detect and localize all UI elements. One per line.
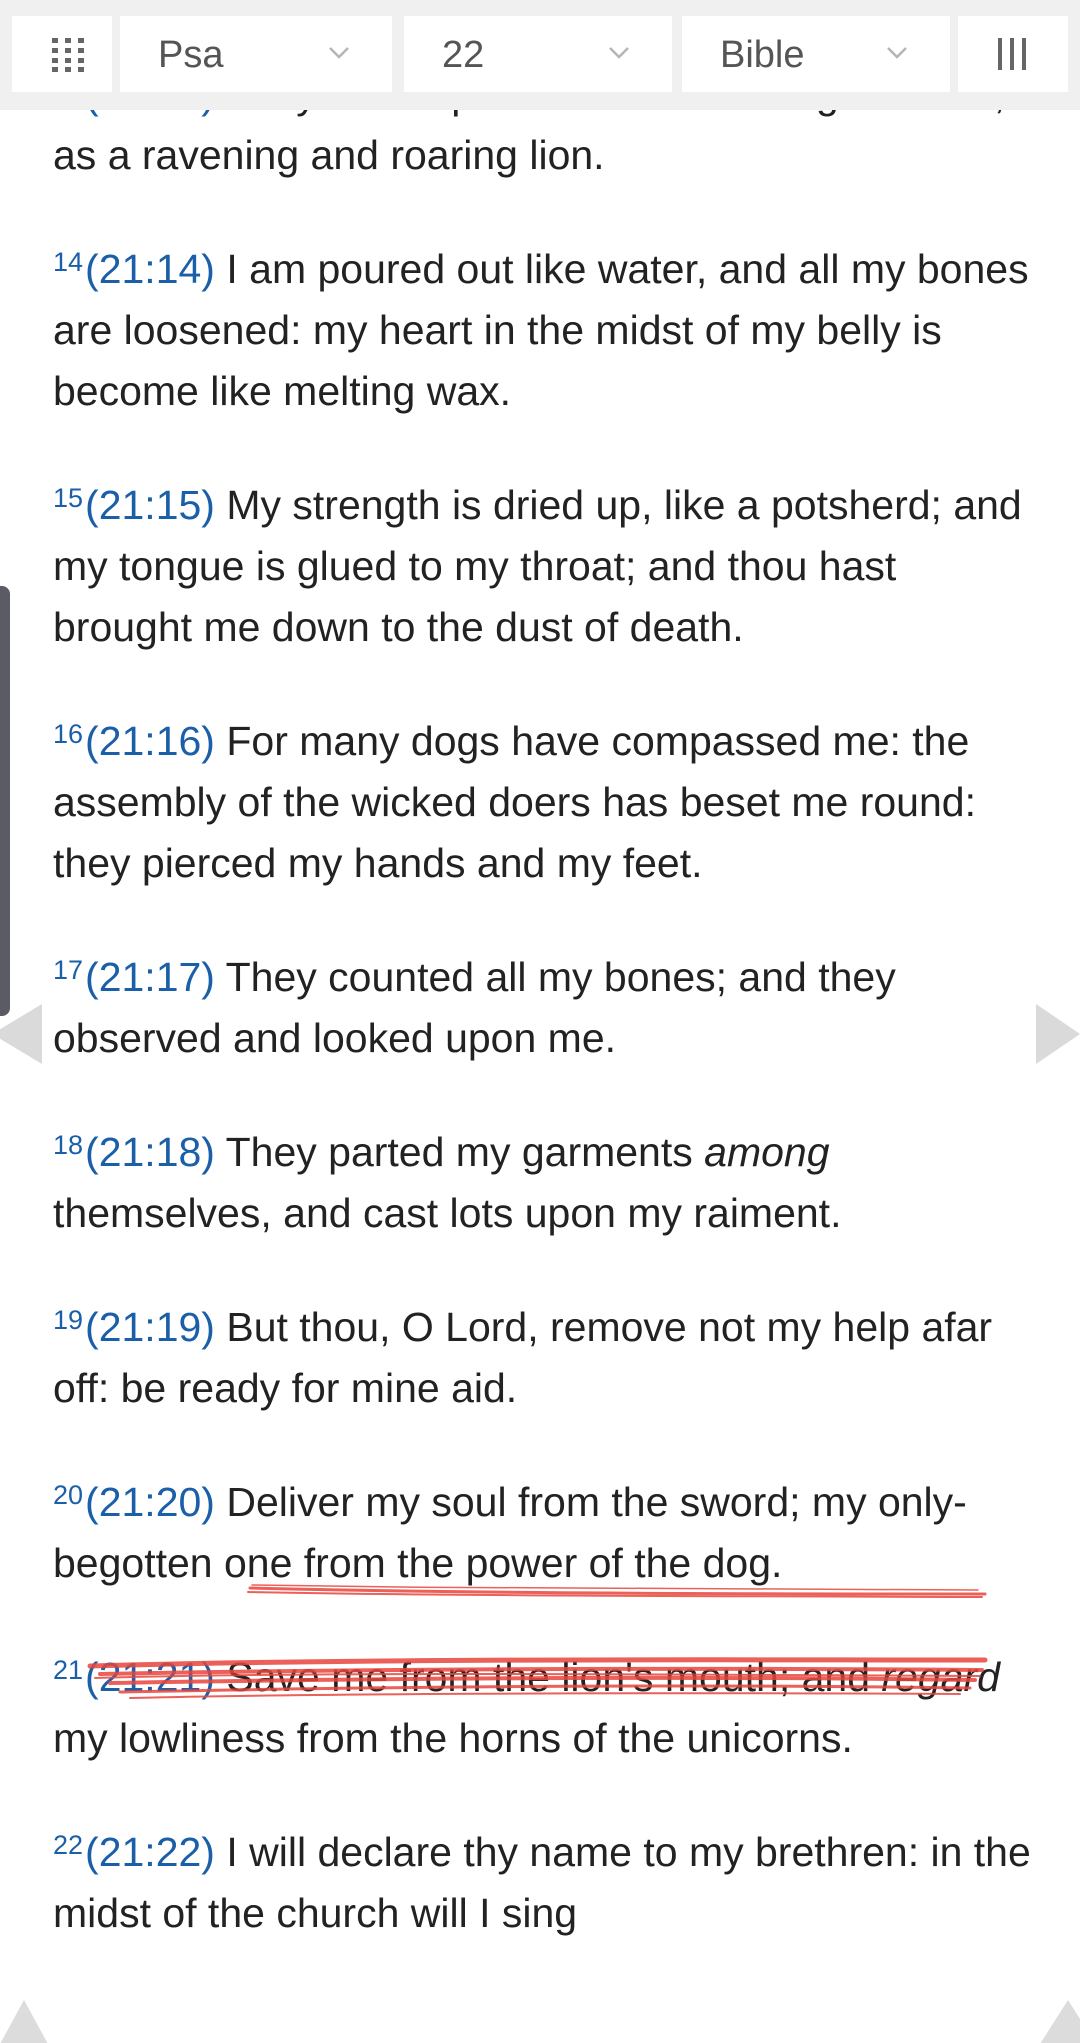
version-select-value: Bible xyxy=(720,34,805,76)
verse-number[interactable]: 18 xyxy=(53,1130,83,1160)
chapter-select-value: 22 xyxy=(442,34,485,76)
verse-15: 15(21:15) My strength is dried up, like … xyxy=(53,468,1033,658)
book-select[interactable]: Psa xyxy=(120,16,392,92)
verse-18: 18(21:18) They parted my garments among … xyxy=(53,1115,1033,1244)
verse-text: regard xyxy=(881,1654,1000,1700)
top-navigation-bar: Psa 22 Bible xyxy=(0,0,1080,110)
scroll-up-arrow-icon[interactable] xyxy=(1040,2000,1080,2043)
apps-grid-button[interactable] xyxy=(12,16,112,92)
verse-reference-link[interactable]: (21:15) xyxy=(85,482,215,528)
verse-number[interactable]: 20 xyxy=(53,1480,83,1510)
verse-19: 19(21:19) But thou, O Lord, remove not m… xyxy=(53,1290,1033,1419)
verse-text: Save me from the lion's mouth; and xyxy=(214,1654,882,1700)
verse-text: my lowliness from the horns of the unico… xyxy=(53,1715,853,1761)
chevron-down-icon xyxy=(882,38,912,68)
verse-reference-link[interactable]: (21:16) xyxy=(85,718,215,764)
scripture-content: 13(21:13) They have opened their mouth a… xyxy=(53,71,1033,1990)
verse-reference-link[interactable]: (21:17) xyxy=(85,954,215,1000)
chapter-select[interactable]: 22 xyxy=(404,16,672,92)
verse-reference-link[interactable]: (21:18) xyxy=(85,1129,215,1175)
grid-icon xyxy=(52,38,84,72)
scrollbar-handle[interactable] xyxy=(0,586,10,1016)
verse-reference-link[interactable]: (21:19) xyxy=(85,1304,215,1350)
verse-reference-link[interactable]: (21:20) xyxy=(85,1479,215,1525)
verse-17: 17(21:17) They counted all my bones; and… xyxy=(53,940,1033,1069)
menu-button[interactable] xyxy=(958,16,1068,92)
scroll-up-arrow-icon[interactable] xyxy=(0,2000,48,2043)
verse-number[interactable]: 17 xyxy=(53,955,83,985)
verse-number[interactable]: 15 xyxy=(53,483,83,513)
verse-number[interactable]: 14 xyxy=(53,247,83,277)
bible-reader-screen: 13(21:13) They have opened their mouth a… xyxy=(0,0,1080,2043)
verse-text: They parted my garments xyxy=(214,1129,705,1175)
next-page-arrow-icon[interactable] xyxy=(1036,1004,1080,1064)
verse-16: 16(21:16) For many dogs have compassed m… xyxy=(53,704,1033,894)
verse-20: 20(21:20) Deliver my soul from the sword… xyxy=(53,1465,1033,1594)
chevron-down-icon xyxy=(324,38,354,68)
chevron-down-icon xyxy=(604,38,634,68)
verse-21: 21(21:21) Save me from the lion's mouth;… xyxy=(53,1640,1033,1769)
verse-reference-link[interactable]: (21:22) xyxy=(85,1829,215,1875)
verse-14: 14(21:14) I am poured out like water, an… xyxy=(53,232,1033,422)
verse-text: themselves, and cast lots upon my raimen… xyxy=(53,1190,842,1236)
verse-22: 22(21:22) I will declare thy name to my … xyxy=(53,1815,1033,1944)
hamburger-menu-icon xyxy=(994,36,1030,72)
verse-number[interactable]: 16 xyxy=(53,719,83,749)
version-select[interactable]: Bible xyxy=(682,16,950,92)
verse-number[interactable]: 19 xyxy=(53,1305,83,1335)
verse-reference-link[interactable]: (21:21) xyxy=(85,1654,215,1700)
verse-text: among xyxy=(704,1129,830,1175)
verse-number[interactable]: 22 xyxy=(53,1830,83,1860)
verse-number[interactable]: 21 xyxy=(53,1655,83,1685)
verse-reference-link[interactable]: (21:14) xyxy=(85,246,215,292)
book-select-value: Psa xyxy=(158,34,224,76)
previous-page-arrow-icon[interactable] xyxy=(0,1004,42,1064)
